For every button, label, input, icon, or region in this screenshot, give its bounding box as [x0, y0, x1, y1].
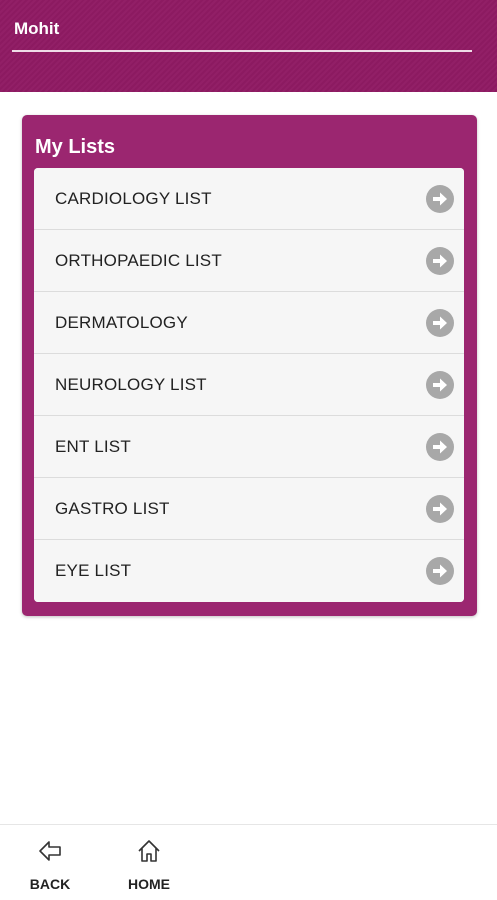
list-item-label: ENT LIST	[55, 437, 131, 456]
panel-title: My Lists	[35, 136, 116, 158]
back-arrow-icon	[15, 837, 85, 870]
my-lists-panel: My Lists CARDIOLOGY LIST ORTHOPAEDIC LIS…	[22, 115, 477, 616]
list-item-ent[interactable]: ENT LIST	[34, 416, 464, 478]
list-item-eye[interactable]: EYE LIST	[34, 540, 464, 602]
arrow-right-circle-icon	[426, 185, 454, 213]
user-name: Mohit	[14, 19, 60, 38]
list-item-label: EYE LIST	[55, 561, 132, 580]
list-item-label: DERMATOLOGY	[55, 313, 188, 332]
home-button[interactable]: HOME	[114, 837, 184, 893]
list-item-label: ORTHOPAEDIC LIST	[55, 251, 222, 270]
home-label: HOME	[128, 876, 170, 892]
list-item-label: NEUROLOGY LIST	[55, 375, 207, 394]
arrow-right-circle-icon	[426, 247, 454, 275]
back-button[interactable]: BACK	[15, 837, 85, 893]
arrow-right-circle-icon	[426, 495, 454, 523]
lists-list: CARDIOLOGY LIST ORTHOPAEDIC LIST DERMATO…	[34, 168, 464, 602]
back-label: BACK	[29, 876, 71, 892]
bottom-nav: BACK HOME	[0, 824, 497, 900]
list-item-label: GASTRO LIST	[55, 499, 170, 518]
arrow-right-circle-icon	[426, 557, 454, 585]
arrow-right-circle-icon	[426, 433, 454, 461]
home-icon	[114, 837, 184, 870]
list-item-gastro[interactable]: GASTRO LIST	[34, 478, 464, 540]
list-item-cardiology[interactable]: CARDIOLOGY LIST	[34, 168, 464, 230]
header-divider	[12, 50, 472, 52]
app-header: Mohit	[0, 0, 497, 92]
list-item-neurology[interactable]: NEUROLOGY LIST	[34, 354, 464, 416]
arrow-right-circle-icon	[426, 371, 454, 399]
arrow-right-circle-icon	[426, 309, 454, 337]
list-item-orthopaedic[interactable]: ORTHOPAEDIC LIST	[34, 230, 464, 292]
list-item-label: CARDIOLOGY LIST	[55, 189, 212, 208]
list-item-dermatology[interactable]: DERMATOLOGY	[34, 292, 464, 354]
